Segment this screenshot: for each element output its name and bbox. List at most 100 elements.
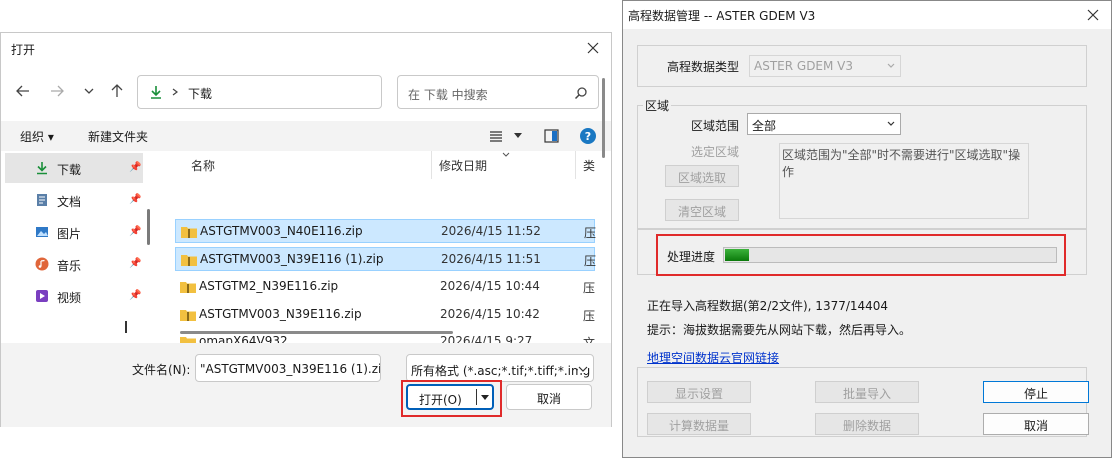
file-type: 文: [583, 336, 595, 343]
button-label: 清空区域: [677, 205, 726, 219]
sort-chevron-icon: [502, 152, 510, 157]
cancel-button-label: 取消: [536, 392, 561, 406]
pin-icon: 📌: [129, 226, 142, 237]
table-row[interactable]: ASTGTMV003_N39E116 (1).zip 2026/4/15 11:…: [175, 247, 597, 271]
download-icon: [37, 162, 47, 175]
chevron-down-icon: [578, 365, 588, 373]
calculate-data-button[interactable]: 计算数据量: [647, 413, 751, 435]
file-date: 2026/4/15 10:44: [440, 279, 540, 293]
file-list: 名称 修改日期 类 ASTGTMV003_N40E116.zip 2026/4/…: [161, 151, 601, 343]
highlight-box: [401, 380, 502, 417]
new-folder-button[interactable]: 新建文件夹: [88, 128, 148, 145]
table-row[interactable]: ASTGTMV003_N40E116.zip 2026/4/15 11:52 压: [175, 219, 597, 243]
search-icon: [574, 87, 587, 100]
video-icon: [36, 290, 48, 302]
column-header-name[interactable]: 名称: [191, 157, 215, 174]
column-header-date[interactable]: 修改日期: [439, 157, 487, 174]
display-settings-button[interactable]: 显示设置: [647, 381, 751, 403]
button-label: 区域选取: [677, 171, 726, 185]
region-select-button[interactable]: 区域选取: [665, 165, 739, 187]
filename-label: 文件名(N):: [132, 363, 191, 377]
file-name: omapX64V932: [199, 334, 288, 343]
file-list-horizontal-scrollbar[interactable]: [180, 331, 453, 334]
sidebar-item-music[interactable]: 音乐 📌: [5, 249, 143, 279]
sidebar-item-label: 下载: [57, 163, 82, 177]
button-label: 取消: [1023, 419, 1048, 433]
region-range-select[interactable]: 全部: [747, 113, 901, 135]
table-row[interactable]: ASTGTM2_N39E116.zip 2026/4/15 10:44 压: [175, 275, 595, 299]
pin-icon: 📌: [129, 194, 142, 205]
chevron-down-icon[interactable]: [513, 132, 523, 140]
file-name: ASTGTMV003_N39E116 (1).zip: [200, 252, 384, 266]
batch-import-button[interactable]: 批量导入: [815, 381, 919, 403]
navigation-bar: 下载 在 下载 中搜索: [1, 63, 611, 121]
address-bar[interactable]: 下载: [137, 75, 382, 109]
stop-button[interactable]: 停止: [983, 381, 1089, 403]
elevation-dialog-title: 高程数据管理 -- ASTER GDEM V3: [628, 9, 816, 23]
zip-folder-icon: [180, 282, 196, 293]
chevron-down-icon[interactable]: [79, 81, 99, 101]
pin-icon: 📌: [129, 290, 142, 301]
chevron-down-icon: [887, 121, 895, 126]
search-input[interactable]: 在 下载 中搜索: [397, 75, 599, 109]
up-arrow-icon[interactable]: [107, 81, 127, 101]
file-list-scrollbar[interactable]: [602, 78, 605, 158]
sidebar-item-pictures[interactable]: 图片 📌: [5, 217, 143, 247]
sidebar-item-downloads[interactable]: 下载 📌: [5, 153, 143, 183]
sidebar-item-videos[interactable]: 视频 📌: [5, 281, 143, 311]
file-date: 2026/4/15 9:27: [440, 334, 533, 343]
chevron-down-icon: [887, 63, 895, 68]
breadcrumb: 下载: [188, 87, 213, 101]
sidebar-item-label: 文档: [57, 195, 82, 209]
zip-folder-icon: [180, 310, 196, 321]
button-label: 显示设置: [674, 387, 723, 401]
chevron-right-icon: [172, 88, 178, 96]
button-label: 停止: [1023, 387, 1048, 401]
file-type: 压: [584, 226, 597, 240]
region-range-label: 区域范围: [691, 119, 740, 133]
sidebar-scrollbar[interactable]: [147, 209, 150, 245]
pin-icon: 📌: [129, 258, 142, 269]
zip-folder-icon: [181, 255, 197, 266]
music-icon: [35, 257, 49, 271]
text-cursor: [125, 321, 127, 333]
file-date: 2026/4/15 11:51: [441, 252, 541, 266]
button-label: 删除数据: [842, 419, 891, 433]
sidebar-item-label: 视频: [57, 291, 82, 305]
close-icon[interactable]: [583, 38, 603, 58]
delete-data-button[interactable]: 删除数据: [815, 413, 919, 435]
cancel-button[interactable]: 取消: [506, 384, 592, 410]
back-arrow-icon[interactable]: [13, 81, 33, 101]
filename-input[interactable]: "ASTGTMV003_N39E116 (1).zip": [195, 354, 381, 382]
file-type: 压: [584, 254, 597, 268]
highlight-box: [656, 234, 1066, 276]
region-info-box: 区域范围为"全部"时不需要进行"区域选取"操作: [779, 143, 1029, 219]
data-type-select[interactable]: ASTER GDEM V3: [749, 55, 901, 77]
column-header-type[interactable]: 类: [583, 157, 595, 174]
hint-text: 提示：海拔数据需要先从网站下载，然后再导入。: [647, 323, 912, 337]
gscloud-link[interactable]: 地理空间数据云官网链接: [647, 349, 779, 366]
filename-value: "ASTGTMV003_N39E116 (1).zip": [200, 362, 381, 376]
file-type-filter-select[interactable]: 所有格式 (*.asc;*.tif;*.tiff;*.img: [406, 354, 594, 382]
file-name: ASTGTMV003_N40E116.zip: [200, 224, 363, 238]
organize-button[interactable]: 组织 ▾: [20, 128, 54, 145]
status-text: 正在导入高程数据(第2/2文件), 1377/14404: [647, 299, 889, 313]
elevation-data-dialog: 高程数据管理 -- ASTER GDEM V3 高程数据类型 ASTER GDE…: [622, 0, 1112, 458]
view-list-icon[interactable]: [489, 129, 503, 143]
sidebar-item-documents[interactable]: 文档 📌: [5, 185, 143, 215]
file-date: 2026/4/15 11:52: [441, 224, 541, 238]
forward-arrow-icon[interactable]: [47, 81, 67, 101]
cancel-button[interactable]: 取消: [983, 413, 1089, 435]
preview-pane-icon[interactable]: [544, 129, 559, 143]
table-row[interactable]: ASTGTMV003_N39E116.zip 2026/4/15 10:42 压: [175, 303, 595, 327]
clear-region-button[interactable]: 清空区域: [665, 199, 739, 221]
file-dialog-title: 打开: [11, 43, 36, 57]
file-open-dialog: 打开 下载 在 下载 中搜索 组织 ▾ 新建文件夹 ? 下载 📌 文档 📌 图片…: [0, 32, 612, 427]
button-label: 计算数据量: [668, 419, 729, 433]
file-dialog-titlebar: 打开: [1, 33, 611, 63]
pin-icon: 📌: [129, 162, 142, 173]
help-icon[interactable]: ?: [579, 127, 597, 145]
close-icon[interactable]: [1083, 5, 1103, 25]
file-type: 压: [583, 281, 596, 295]
